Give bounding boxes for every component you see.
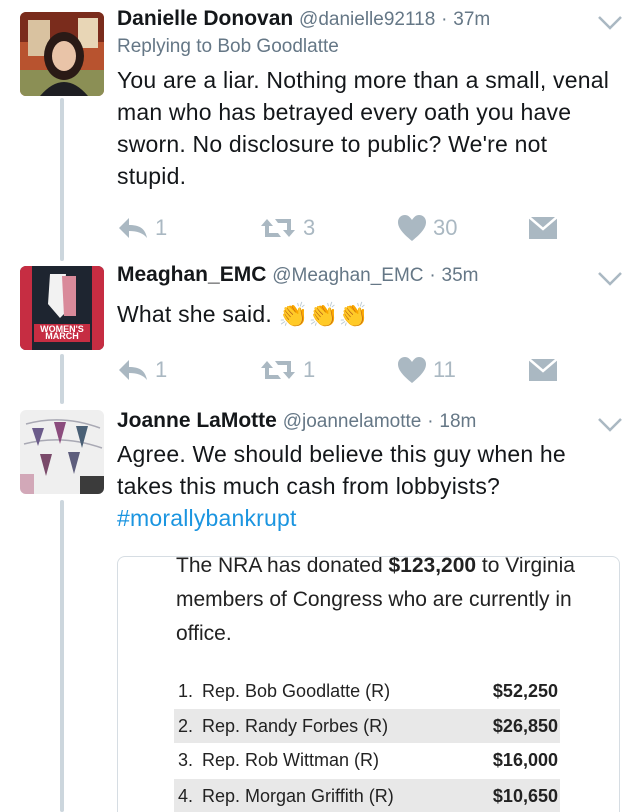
like-count: 11 bbox=[433, 357, 456, 382]
row-representative: Rep. Bob Goodlatte (R) bbox=[202, 680, 391, 701]
row-rank: 2. bbox=[178, 715, 194, 736]
reply-count: 1 bbox=[155, 215, 168, 240]
retweet-icon bbox=[261, 219, 295, 237]
like-count: 30 bbox=[433, 215, 458, 240]
row-representative: Rep. Rob Wittman (R) bbox=[202, 749, 380, 770]
tweet-actions: 1 3 30 bbox=[117, 208, 577, 248]
tweet-header: Joanne LaMotte @joannelamotte · 18m bbox=[117, 408, 476, 435]
like-icon bbox=[398, 357, 426, 383]
direct-message-icon bbox=[528, 358, 558, 381]
reply-count: 1 bbox=[155, 357, 168, 382]
timestamp[interactable]: 18m bbox=[439, 411, 476, 432]
replying-to[interactable]: Replying to Bob Goodlatte bbox=[117, 36, 339, 58]
reply-icon bbox=[119, 218, 147, 238]
tweet-text: What she said. 👏👏👏 bbox=[117, 298, 622, 332]
chevron-down-icon[interactable] bbox=[596, 416, 624, 434]
user-handle[interactable]: @Meaghan_EMC bbox=[272, 265, 423, 286]
display-name[interactable]: Joanne LaMotte bbox=[117, 409, 277, 432]
row-amount: $10,650 bbox=[492, 785, 558, 806]
separator-dot: · bbox=[427, 411, 434, 432]
direct-message-button[interactable] bbox=[528, 350, 558, 390]
row-rank: 1. bbox=[178, 680, 194, 701]
display-name[interactable]: Meaghan_EMC bbox=[117, 263, 266, 286]
chevron-down-icon[interactable] bbox=[596, 270, 624, 288]
separator-dot: · bbox=[429, 265, 436, 286]
row-amount: $26,850 bbox=[492, 715, 558, 736]
separator-dot: · bbox=[441, 9, 448, 30]
user-handle[interactable]: @joannelamotte bbox=[283, 411, 422, 432]
donation-row: 3. Rep. Rob Wittman (R) $16,000 bbox=[174, 743, 560, 777]
row-amount: $52,250 bbox=[492, 680, 558, 701]
display-name[interactable]: Danielle Donovan bbox=[117, 7, 293, 30]
avatar[interactable] bbox=[20, 12, 104, 96]
like-icon bbox=[398, 215, 426, 241]
reply-button[interactable]: 1 bbox=[117, 350, 167, 390]
user-handle[interactable]: @danielle92118 bbox=[299, 9, 435, 30]
row-representative: Rep. Randy Forbes (R) bbox=[202, 715, 389, 736]
donation-row: 4. Rep. Morgan Griffith (R) $10,650 bbox=[174, 779, 560, 812]
tweet-text-content: Agree. We should believe this guy when h… bbox=[117, 441, 566, 499]
avatar[interactable] bbox=[20, 410, 104, 494]
row-rank: 3. bbox=[178, 749, 194, 770]
donation-row: 1. Rep. Bob Goodlatte (R) $52,250 bbox=[174, 674, 560, 708]
tweet-header: Danielle Donovan @danielle92118 · 37m bbox=[117, 6, 490, 33]
tweet-text: You are a liar. Nothing more than a smal… bbox=[117, 67, 610, 189]
row-rank: 4. bbox=[178, 785, 194, 806]
tweet-header: Meaghan_EMC @Meaghan_EMC · 35m bbox=[117, 262, 479, 289]
headline-amount: $123,200 bbox=[388, 556, 477, 577]
like-button[interactable]: 30 bbox=[397, 208, 457, 248]
headline-text: The NRA has donated bbox=[176, 556, 389, 577]
like-button[interactable]: 11 bbox=[397, 350, 456, 390]
direct-message-button[interactable] bbox=[528, 208, 558, 248]
row-representative: Rep. Morgan Griffith (R) bbox=[202, 785, 394, 806]
retweet-count: 3 bbox=[303, 215, 316, 240]
donation-row: 2. Rep. Randy Forbes (R) $26,850 bbox=[174, 709, 560, 743]
tweet-text: Agree. We should believe this guy when h… bbox=[117, 438, 622, 534]
tweet[interactable]: WOMEN'S MARCH Meaghan_EMC @Meaghan_EMC ·… bbox=[0, 262, 640, 392]
reply-button[interactable]: 1 bbox=[117, 208, 167, 248]
timestamp[interactable]: 35m bbox=[442, 265, 479, 286]
avatar[interactable]: WOMEN'S MARCH bbox=[20, 266, 104, 350]
retweet-button[interactable]: 1 bbox=[259, 350, 315, 390]
tweet[interactable]: Danielle Donovan @danielle92118 · 37m Re… bbox=[0, 6, 640, 256]
timestamp[interactable]: 37m bbox=[453, 9, 490, 30]
retweet-button[interactable]: 3 bbox=[259, 208, 315, 248]
direct-message-icon bbox=[528, 216, 558, 239]
avatar-text: WOMEN'S MARCH bbox=[40, 324, 84, 341]
hashtag-link[interactable]: #morallybankrupt bbox=[117, 502, 622, 534]
reply-icon bbox=[119, 360, 147, 380]
retweet-icon bbox=[261, 361, 295, 379]
attached-image[interactable]: The NRA has donated $123,200 to Virginia… bbox=[117, 556, 620, 812]
retweet-count: 1 bbox=[303, 357, 316, 382]
clapping-hands-icon: 👏👏👏 bbox=[278, 301, 369, 329]
tweet-actions: 1 1 11 bbox=[117, 350, 577, 390]
row-amount: $16,000 bbox=[492, 749, 558, 770]
tweet-text-content: What she said. bbox=[117, 301, 272, 327]
chevron-down-icon[interactable] bbox=[596, 14, 624, 32]
card-headline: The NRA has donated $123,200 to Virginia… bbox=[176, 556, 576, 651]
